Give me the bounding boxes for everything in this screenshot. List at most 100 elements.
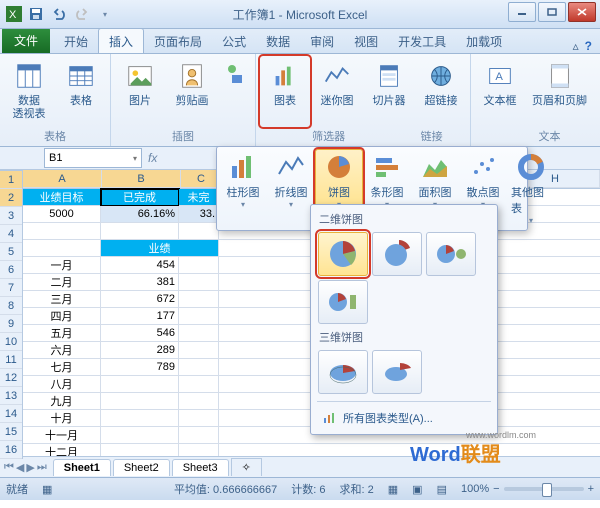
cell[interactable]: 789	[101, 359, 179, 376]
tab-data[interactable]: 数据	[256, 29, 300, 53]
row-header[interactable]: 7	[0, 279, 22, 297]
row-header[interactable]: 4	[0, 225, 22, 243]
cell[interactable]: 四月	[23, 308, 101, 325]
sheet-tab[interactable]: Sheet1	[53, 459, 111, 476]
chart-line-button[interactable]: 折线图▾	[267, 149, 315, 228]
col-header[interactable]: B	[102, 170, 181, 188]
cell[interactable]: 66.16%	[101, 206, 179, 223]
pie-3d-exploded-option[interactable]	[372, 350, 422, 394]
row-header[interactable]: 9	[0, 315, 22, 333]
row-header[interactable]: 5	[0, 243, 22, 261]
cell[interactable]: 一月	[23, 257, 101, 274]
row-header[interactable]: 16	[0, 441, 22, 459]
tab-review[interactable]: 审阅	[300, 29, 344, 53]
row-header[interactable]: 2	[0, 189, 22, 207]
ribbon-minimize-icon[interactable]: ▵	[573, 39, 579, 53]
row-header[interactable]: 3	[0, 207, 22, 225]
sheet-nav-prev-icon[interactable]: ◀	[16, 461, 24, 474]
close-button[interactable]	[568, 2, 596, 22]
row-header[interactable]: 14	[0, 405, 22, 423]
cell[interactable]: 十一月	[23, 427, 101, 444]
view-pagebreak-icon[interactable]: ▤	[437, 483, 447, 496]
row-header[interactable]: 1	[0, 171, 22, 189]
cell[interactable]: 546	[101, 325, 179, 342]
row-header[interactable]: 11	[0, 351, 22, 369]
zoom-control[interactable]: 100% − +	[461, 483, 594, 495]
cell[interactable]: 七月	[23, 359, 101, 376]
text-more-button[interactable]: A	[594, 56, 600, 127]
row-header[interactable]: 10	[0, 333, 22, 351]
cell[interactable]: 三月	[23, 291, 101, 308]
sheet-nav-next-icon[interactable]: ▶	[26, 461, 34, 474]
cell[interactable]: 九月	[23, 393, 101, 410]
cell[interactable]: 381	[101, 274, 179, 291]
cell[interactable]: 六月	[23, 342, 101, 359]
view-normal-icon[interactable]: ▦	[388, 483, 398, 496]
fx-icon[interactable]: fx	[148, 151, 157, 165]
tab-dev[interactable]: 开发工具	[388, 29, 456, 53]
sheet-tab[interactable]: Sheet3	[172, 459, 229, 476]
cell[interactable]: 八月	[23, 376, 101, 393]
cell[interactable]: 十月	[23, 410, 101, 427]
sheet-tab[interactable]: Sheet2	[113, 459, 170, 476]
cell[interactable]	[101, 376, 179, 393]
tab-addin[interactable]: 加载项	[456, 29, 512, 53]
cell[interactable]: 十二月	[23, 444, 101, 456]
cell[interactable]: 二月	[23, 274, 101, 291]
cell[interactable]	[101, 410, 179, 427]
slicer-button[interactable]: 切片器	[364, 56, 414, 127]
clipart-button[interactable]: 剪贴画	[167, 56, 217, 127]
maximize-button[interactable]	[538, 2, 566, 22]
pie-of-pie-option[interactable]	[426, 232, 476, 276]
cell[interactable]: 五月	[23, 325, 101, 342]
tab-view[interactable]: 视图	[344, 29, 388, 53]
chart-column-button[interactable]: 柱形图▾	[219, 149, 267, 228]
tab-insert[interactable]: 插入	[98, 28, 144, 53]
chart-button[interactable]: 图表	[260, 56, 310, 127]
tab-file[interactable]: 文件	[2, 28, 50, 53]
cell[interactable]: 33.	[179, 206, 219, 223]
new-sheet-button[interactable]: ✧	[231, 458, 262, 476]
tab-formula[interactable]: 公式	[212, 29, 256, 53]
zoom-slider[interactable]	[504, 487, 584, 491]
view-layout-icon[interactable]: ▣	[412, 483, 422, 496]
picture-button[interactable]: 图片	[115, 56, 165, 127]
row-header[interactable]: 6	[0, 261, 22, 279]
row-header[interactable]: 12	[0, 369, 22, 387]
textbox-button[interactable]: A 文本框	[475, 56, 525, 127]
chart-other-button[interactable]: 其他图表▾	[507, 149, 555, 228]
sparkline-button[interactable]: 迷你图	[312, 56, 362, 127]
table-button[interactable]: 表格	[56, 56, 106, 127]
zoom-in-icon[interactable]: +	[588, 483, 594, 495]
pie-3d-option[interactable]	[318, 350, 368, 394]
cell[interactable]: 业绩目标	[23, 189, 101, 206]
row-header[interactable]: 13	[0, 387, 22, 405]
sheet-nav-first-icon[interactable]: ⏮	[4, 461, 14, 474]
cell[interactable]: 5000	[23, 206, 101, 223]
pivot-table-button[interactable]: 数据 透视表	[4, 56, 54, 127]
all-chart-types-item[interactable]: 所有图表类型(A)...	[315, 406, 493, 430]
cell[interactable]: 未完	[179, 189, 219, 206]
cell[interactable]	[101, 444, 179, 456]
col-header[interactable]: A	[23, 170, 102, 188]
minimize-button[interactable]	[508, 2, 536, 22]
cell[interactable]: 177	[101, 308, 179, 325]
sheet-nav-last-icon[interactable]: ⏭	[37, 461, 47, 474]
cell-selected[interactable]: 已完成	[101, 189, 179, 206]
name-box[interactable]: B1▾	[44, 148, 142, 168]
hyperlink-button[interactable]: 超链接	[416, 56, 466, 127]
row-header[interactable]: 8	[0, 297, 22, 315]
pie-exploded-option[interactable]	[372, 232, 422, 276]
cell[interactable]: 672	[101, 291, 179, 308]
cell[interactable]: 454	[101, 257, 179, 274]
bar-of-pie-option[interactable]	[318, 280, 368, 324]
pie-2d-option[interactable]	[318, 232, 368, 276]
cell[interactable]	[101, 427, 179, 444]
shapes-button[interactable]	[219, 56, 251, 127]
cell[interactable]: 289	[101, 342, 179, 359]
cell[interactable]	[101, 393, 179, 410]
tab-layout[interactable]: 页面布局	[144, 29, 212, 53]
cell[interactable]: 业绩	[101, 240, 219, 257]
zoom-out-icon[interactable]: −	[493, 483, 499, 495]
tab-home[interactable]: 开始	[54, 29, 98, 53]
